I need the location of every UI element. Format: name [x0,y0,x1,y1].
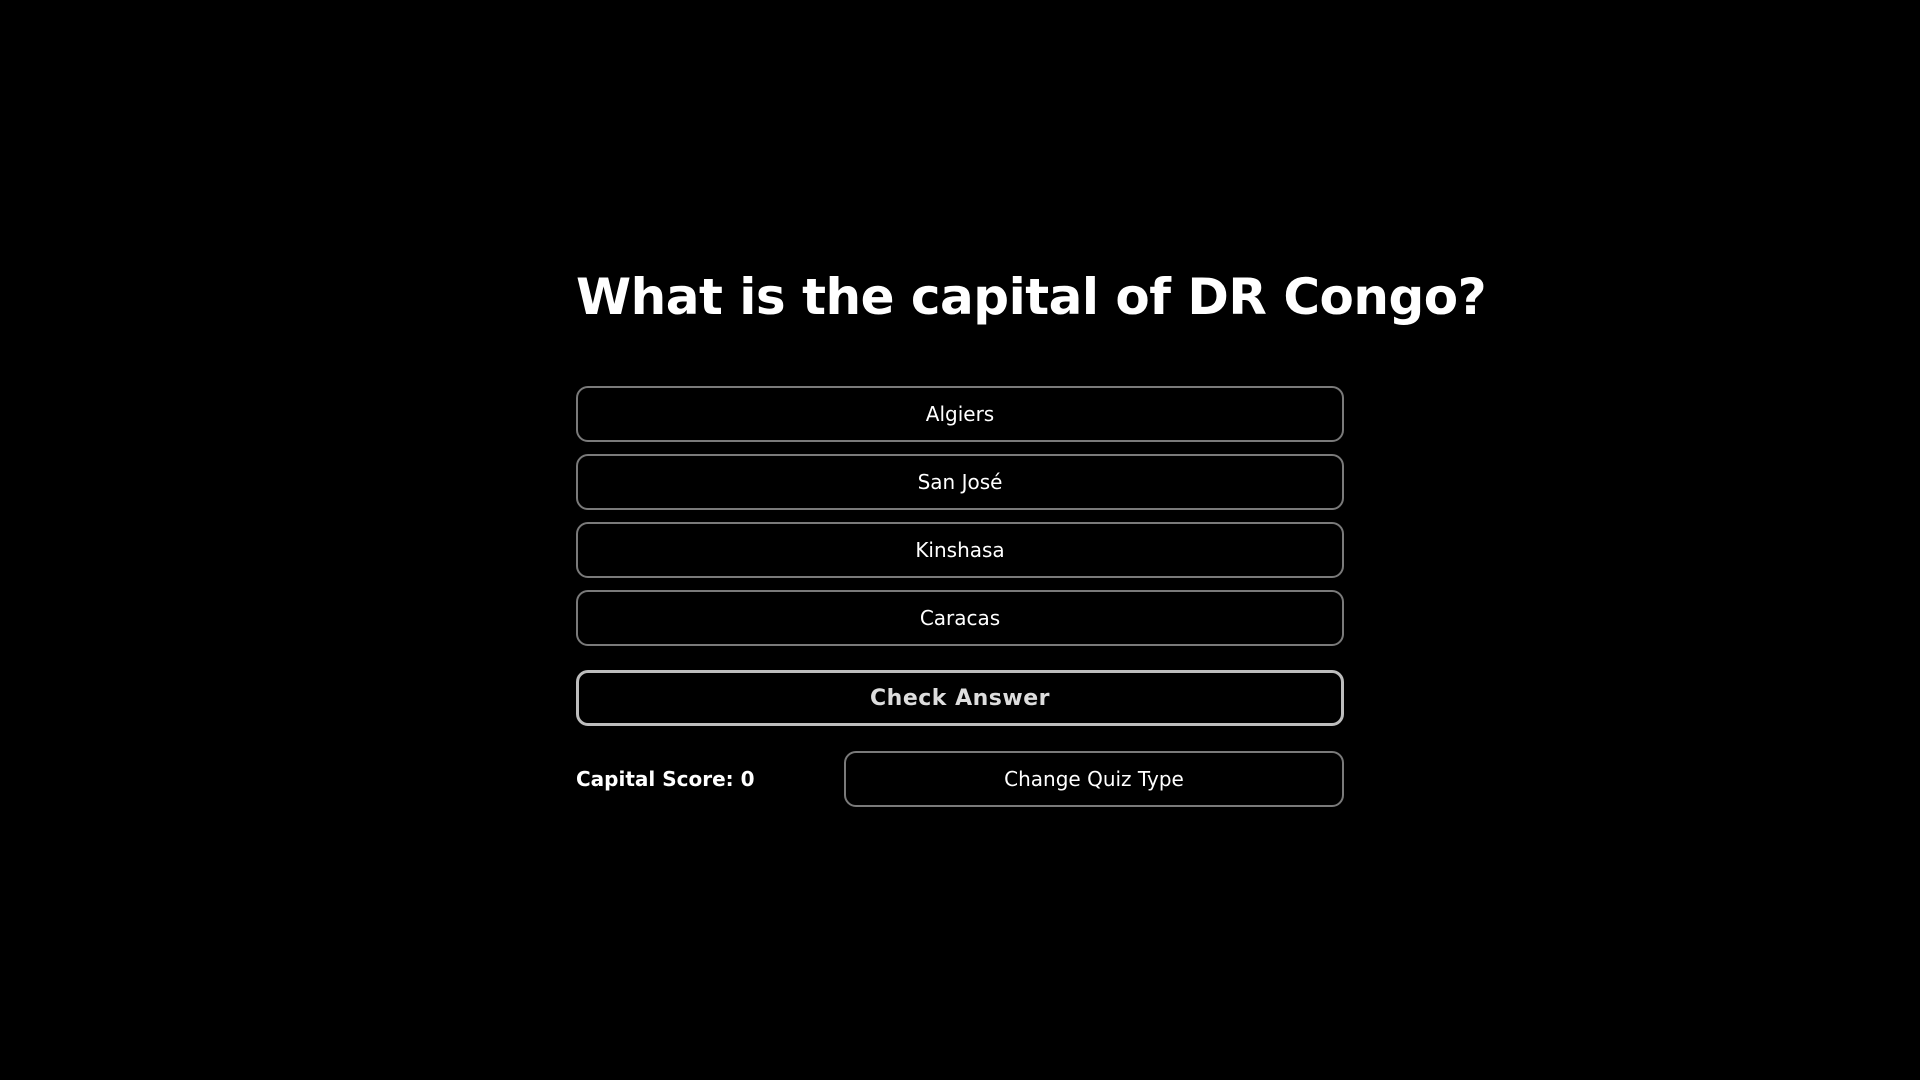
question-heading: What is the capital of DR Congo? [576,268,1487,326]
quiz-page: What is the capital of DR Congo? Algiers… [0,0,1920,1080]
option-algiers-button[interactable]: Algiers [576,386,1344,442]
capital-score-text: Capital Score: 0 [576,767,755,791]
quiz-panel: What is the capital of DR Congo? Algiers… [576,255,1487,807]
check-answer-button[interactable]: Check Answer [576,670,1344,726]
answer-options: Algiers San José Kinshasa Caracas [576,386,1344,646]
option-caracas-button[interactable]: Caracas [576,590,1344,646]
option-san-jose-button[interactable]: San José [576,454,1344,510]
option-kinshasa-button[interactable]: Kinshasa [576,522,1344,578]
quiz-footer: Capital Score: 0 Change Quiz Type [576,751,1344,807]
change-quiz-type-button[interactable]: Change Quiz Type [844,751,1344,807]
